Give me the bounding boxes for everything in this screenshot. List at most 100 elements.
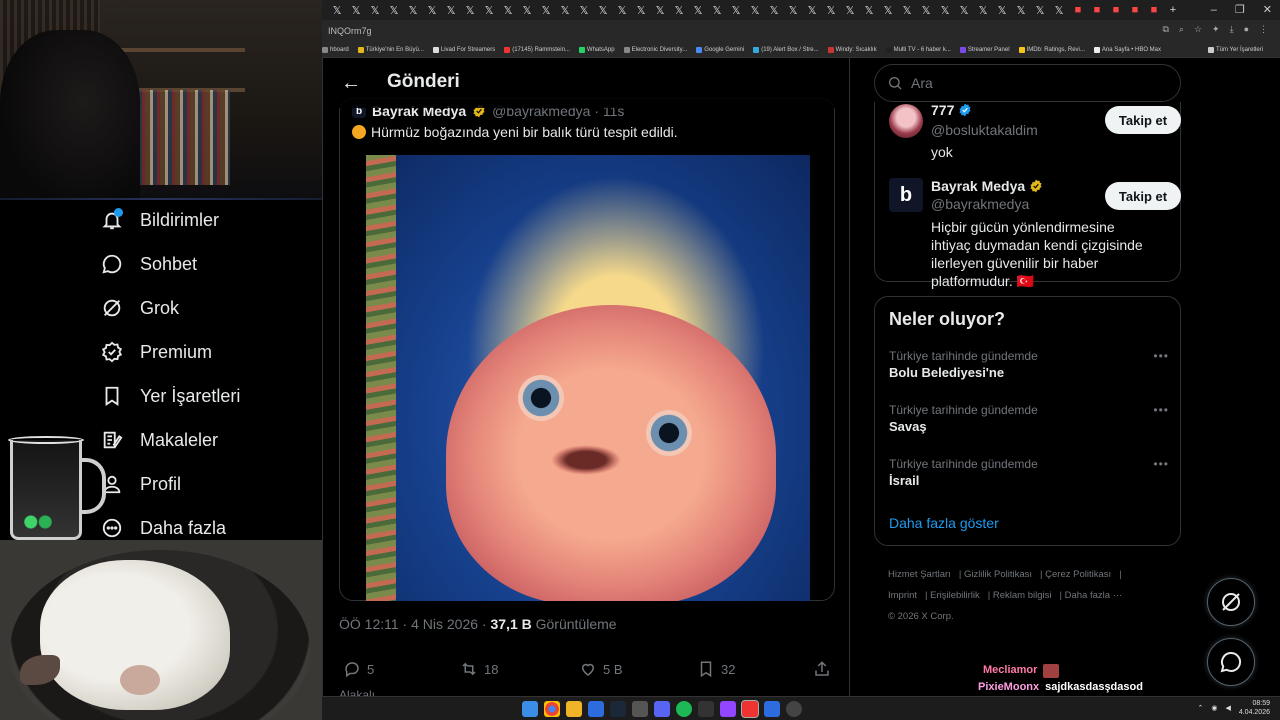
extensions-icon[interactable]: ✦ bbox=[1212, 24, 1220, 35]
menu-icon[interactable]: ⋮ bbox=[1259, 24, 1268, 35]
clock[interactable]: 08:59 4.04.2026 bbox=[1239, 699, 1270, 717]
new-tab-button[interactable]: + bbox=[1164, 3, 1182, 17]
app-icon[interactable] bbox=[764, 701, 780, 717]
tab-x[interactable]: 𝕏 bbox=[651, 3, 669, 17]
tab-x[interactable]: 𝕏 bbox=[727, 3, 745, 17]
back-arrow-icon[interactable]: ← bbox=[339, 71, 363, 95]
tab-x[interactable]: 𝕏 bbox=[936, 3, 954, 17]
windows-start-icon[interactable] bbox=[522, 701, 538, 717]
bookmark-item[interactable]: hboard bbox=[322, 46, 349, 53]
bookmark-item[interactable]: Ana Sayfa • HBO Max bbox=[1093, 46, 1161, 53]
tab-x[interactable]: 𝕏 bbox=[575, 3, 593, 17]
trend-item[interactable]: Türkiye tarihinde gündemde Bolu Belediye… bbox=[889, 349, 1169, 380]
trend-item[interactable]: Türkiye tarihinde gündemde İsrail ••• bbox=[889, 457, 1169, 488]
tab-x[interactable]: 𝕏 bbox=[803, 3, 821, 17]
tab-x[interactable]: 𝕏 bbox=[328, 3, 346, 17]
tab-x[interactable]: 𝕏 bbox=[594, 3, 612, 17]
bookmark-item[interactable]: (19) Alert Box / Stre... bbox=[753, 46, 819, 53]
maximize-icon[interactable]: ❐ bbox=[1235, 0, 1245, 20]
footer-link[interactable]: Daha fazla ··· bbox=[1065, 590, 1123, 601]
tab-x[interactable]: 𝕏 bbox=[860, 3, 878, 17]
like-button[interactable]: 5 B bbox=[579, 660, 623, 678]
more-options-icon[interactable]: ••• bbox=[1153, 457, 1169, 471]
tab-x[interactable]: 𝕏 bbox=[784, 3, 802, 17]
bookmark-button[interactable]: 32 bbox=[697, 660, 735, 678]
tab-x[interactable]: 𝕏 bbox=[670, 3, 688, 17]
bookmark-item[interactable]: Electronic Diversity... bbox=[623, 46, 687, 53]
post-image-fish[interactable] bbox=[366, 155, 810, 601]
bookmark-item[interactable]: Streamer Panel bbox=[959, 46, 1010, 53]
tab-x[interactable]: 𝕏 bbox=[917, 3, 935, 17]
tab-x[interactable]: 𝕏 bbox=[746, 3, 764, 17]
account-avatar[interactable] bbox=[889, 104, 923, 138]
tab-x[interactable]: 𝕏 bbox=[993, 3, 1011, 17]
footer-link[interactable]: Imprint bbox=[888, 590, 917, 601]
bookmark-item[interactable]: Multi TV - 6 haber k... bbox=[885, 46, 951, 53]
bayrak-medya-avatar[interactable]: b bbox=[889, 178, 923, 212]
tab-x[interactable]: 𝕏 bbox=[385, 3, 403, 17]
all-bookmarks-folder[interactable]: Tüm Yer İşaretleri bbox=[1207, 46, 1263, 53]
share-button[interactable] bbox=[813, 660, 831, 678]
tab-x[interactable]: 𝕏 bbox=[366, 3, 384, 17]
spotify-icon[interactable] bbox=[676, 701, 692, 717]
footer-link[interactable]: Gizlilik Politikası bbox=[964, 569, 1032, 580]
bookmark-item[interactable]: Türkiye'nin En Büyü... bbox=[357, 46, 424, 53]
close-icon[interactable]: ✕ bbox=[1263, 0, 1272, 20]
show-more-link[interactable]: Daha fazla göster bbox=[889, 515, 999, 531]
bookmark-item[interactable]: IMDb: Ratings, Revi... bbox=[1018, 46, 1085, 53]
tab-x[interactable]: 𝕏 bbox=[822, 3, 840, 17]
tab-x[interactable]: 𝕏 bbox=[347, 3, 365, 17]
tab-x[interactable]: 𝕏 bbox=[879, 3, 897, 17]
tab-youtube[interactable]: ■ bbox=[1145, 3, 1163, 17]
follow-button[interactable]: Takip et bbox=[1105, 182, 1181, 210]
sidebar-item-profile[interactable]: Profil bbox=[100, 469, 181, 499]
sidebar-item-premium[interactable]: Premium bbox=[100, 337, 212, 367]
app-icon[interactable] bbox=[698, 701, 714, 717]
trend-item[interactable]: Türkiye tarihinde gündemde Savaş ••• bbox=[889, 403, 1169, 434]
minimize-icon[interactable]: – bbox=[1211, 0, 1217, 20]
search-input[interactable]: Ara bbox=[874, 64, 1181, 102]
tab-x[interactable]: 𝕏 bbox=[499, 3, 517, 17]
tab-x[interactable]: 𝕏 bbox=[765, 3, 783, 17]
tab-x[interactable]: 𝕏 bbox=[841, 3, 859, 17]
account-name[interactable]: Bayrak Medya bbox=[931, 178, 1043, 194]
bookmark-item[interactable]: Livad For Streamers bbox=[432, 46, 495, 53]
sidebar-item-grok[interactable]: Grok bbox=[100, 293, 179, 323]
more-options-icon[interactable]: ••• bbox=[1153, 403, 1169, 417]
tab-x[interactable]: 𝕏 bbox=[442, 3, 460, 17]
bookmark-item[interactable]: WhatsApp bbox=[578, 46, 615, 53]
file-explorer-icon[interactable] bbox=[566, 701, 582, 717]
quoted-post[interactable]: b Bayrak Medya @bayrakmedya · 11s Hürmüz… bbox=[339, 98, 835, 601]
app-icon[interactable] bbox=[720, 701, 736, 717]
more-options-icon[interactable]: ••• bbox=[1153, 349, 1169, 363]
bookmark-item[interactable]: Google Gemini bbox=[696, 46, 744, 53]
address-bar[interactable]: INQOrm7g ⧉ ⌕ ☆ ✦ ⤓ ● ⋮ bbox=[322, 20, 1280, 42]
sidebar-item-articles[interactable]: Makaleler bbox=[100, 425, 218, 455]
tab-x[interactable]: 𝕏 bbox=[1031, 3, 1049, 17]
app-icon[interactable] bbox=[632, 701, 648, 717]
install-icon[interactable]: ⧉ bbox=[1162, 24, 1168, 35]
tab-x[interactable]: 𝕏 bbox=[1012, 3, 1030, 17]
account-suggestion[interactable]: 777 @bosluktakaldim yok Takip et bbox=[889, 102, 1181, 164]
footer-link[interactable]: Hizmet Şartları bbox=[888, 569, 951, 580]
discord-icon[interactable] bbox=[654, 701, 670, 717]
tab-x[interactable]: 𝕏 bbox=[974, 3, 992, 17]
tab-x[interactable]: 𝕏 bbox=[708, 3, 726, 17]
tab-x[interactable]: 𝕏 bbox=[404, 3, 422, 17]
tab-x[interactable]: 𝕏 bbox=[613, 3, 631, 17]
tab-x[interactable]: 𝕏 bbox=[518, 3, 536, 17]
grok-fab-button[interactable] bbox=[1207, 578, 1255, 626]
sidebar-item-more[interactable]: Daha fazla bbox=[100, 513, 226, 543]
profile-avatar-icon[interactable]: ● bbox=[1244, 24, 1249, 35]
app-icon[interactable] bbox=[741, 700, 759, 718]
network-icon[interactable]: ◉ bbox=[1211, 704, 1217, 712]
footer-link[interactable]: Çerez Politikası bbox=[1045, 569, 1111, 580]
tab-x[interactable]: 𝕏 bbox=[1050, 3, 1068, 17]
bookmark-item[interactable]: Windy: Sıcaklık bbox=[827, 46, 877, 53]
post-time[interactable]: ÖÖ 12:11 · 4 Nis 2026 · bbox=[339, 616, 490, 632]
bookmark-item[interactable]: (17145) Rammstein... bbox=[504, 46, 570, 53]
chevron-up-icon[interactable]: ⌃ bbox=[1197, 704, 1203, 712]
tab-youtube[interactable]: ■ bbox=[1126, 3, 1144, 17]
tab-x[interactable]: 𝕏 bbox=[898, 3, 916, 17]
sidebar-item-chat[interactable]: Sohbet bbox=[100, 249, 197, 279]
